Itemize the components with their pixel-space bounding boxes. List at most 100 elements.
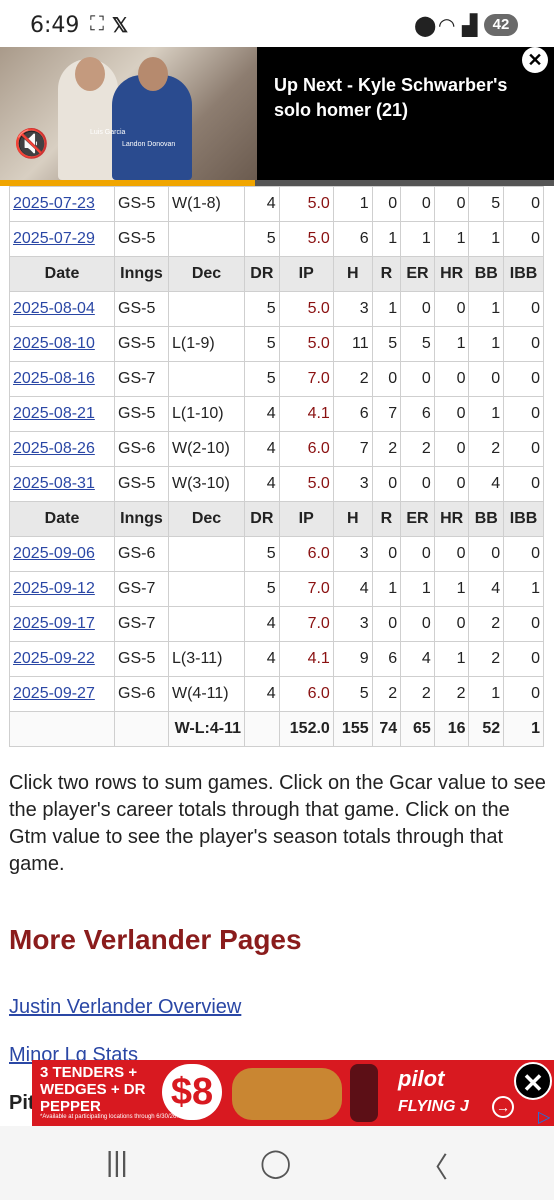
cell-ip[interactable]: 4.1	[278, 396, 334, 432]
cell-bb[interactable]: 4	[468, 466, 505, 502]
cell-bb[interactable]: 2	[468, 641, 505, 677]
game-row[interactable]: 2025-08-04 GS-5 5 5.0 3 1 0 0 1 0	[9, 291, 544, 327]
cell-er[interactable]: 1	[400, 571, 435, 607]
column-header-er[interactable]: ER	[400, 501, 435, 537]
cell-r[interactable]: 2	[371, 676, 402, 712]
cell-dec[interactable]	[168, 361, 245, 397]
game-row[interactable]: 2025-09-17 GS-7 4 7.0 3 0 0 0 2 0	[9, 606, 544, 642]
game-row[interactable]: 2025-07-23 GS-5 W(1-8) 4 5.0 1 0 0 0 5 0	[9, 186, 544, 222]
ad-close-icon[interactable]: ✕	[514, 1062, 552, 1100]
cell-dec[interactable]	[168, 571, 245, 607]
cell-dr[interactable]: 4	[244, 431, 280, 467]
cell-er[interactable]: 1	[400, 221, 435, 257]
cell-hr[interactable]: 1	[433, 641, 470, 677]
cell-ibb[interactable]: 0	[503, 536, 544, 572]
column-header-r[interactable]: R	[371, 501, 402, 537]
cell-er[interactable]: 5	[400, 326, 435, 362]
cell-inn[interactable]: GS-6	[114, 676, 169, 712]
cell-ip[interactable]: 7.0	[278, 361, 334, 397]
cell-er[interactable]: 2	[400, 431, 435, 467]
cell-hr[interactable]: 0	[433, 466, 470, 502]
cell-h[interactable]: 6	[332, 221, 373, 257]
cell-inn[interactable]: GS-7	[114, 571, 169, 607]
column-header-date[interactable]: Date	[9, 501, 115, 537]
cell-ibb[interactable]: 0	[503, 186, 544, 222]
cell-bb[interactable]: 1	[468, 326, 505, 362]
cell-h[interactable]: 3	[332, 291, 373, 327]
cell-ibb[interactable]: 0	[503, 606, 544, 642]
cell-ibb[interactable]: 1	[503, 571, 544, 607]
cell-dr[interactable]: 5	[244, 326, 280, 362]
back-icon[interactable]: 〈	[420, 1146, 448, 1186]
up-next-title[interactable]: Up Next - Kyle Schwarber's solo homer (2…	[274, 73, 524, 123]
cell-r[interactable]: 7	[371, 396, 402, 432]
game-date-link[interactable]: 2025-08-16	[13, 370, 95, 387]
cell-h[interactable]: 11	[332, 326, 373, 362]
game-row[interactable]: 2025-09-27 GS-6 W(4-11) 4 6.0 5 2 2 2 1 0	[9, 676, 544, 712]
cell-hr[interactable]: 0	[433, 291, 470, 327]
cell-hr[interactable]: 0	[433, 396, 470, 432]
game-date-link[interactable]: 2025-07-23	[13, 195, 95, 212]
ad-info-icon[interactable]: ▷	[538, 1107, 550, 1127]
overview-link[interactable]: Justin Verlander Overview	[9, 996, 241, 1019]
cell-h[interactable]: 3	[332, 606, 373, 642]
cell-ibb[interactable]: 0	[503, 431, 544, 467]
column-header-er[interactable]: ER	[400, 256, 435, 292]
cell-ip[interactable]: 5.0	[278, 466, 334, 502]
cell-h[interactable]: 6	[332, 396, 373, 432]
cell-inn[interactable]: GS-5	[114, 641, 169, 677]
column-header-bb[interactable]: BB	[468, 501, 505, 537]
column-header-dr[interactable]: DR	[244, 501, 280, 537]
game-date-link[interactable]: 2025-07-29	[13, 230, 95, 247]
cell-inn[interactable]: GS-5	[114, 396, 169, 432]
column-header-r[interactable]: R	[371, 256, 402, 292]
cell-ibb[interactable]: 0	[503, 221, 544, 257]
cell-dr[interactable]: 4	[244, 606, 280, 642]
cell-inn[interactable]: GS-5	[114, 326, 169, 362]
column-header-dec[interactable]: Dec	[168, 501, 245, 537]
column-header-hr[interactable]: HR	[433, 501, 470, 537]
cell-dec[interactable]: W(2-10)	[168, 431, 245, 467]
cell-dr[interactable]: 5	[244, 291, 280, 327]
cell-r[interactable]: 5	[371, 326, 402, 362]
cell-hr[interactable]: 0	[433, 431, 470, 467]
column-header-h[interactable]: H	[332, 256, 373, 292]
cell-h[interactable]: 2	[332, 361, 373, 397]
cell-hr[interactable]: 0	[433, 186, 470, 222]
cell-inn[interactable]: GS-5	[114, 221, 169, 257]
column-header-date[interactable]: Date	[9, 256, 115, 292]
cell-dr[interactable]: 4	[244, 396, 280, 432]
game-date-link[interactable]: 2025-08-04	[13, 300, 95, 317]
cell-er[interactable]: 6	[400, 396, 435, 432]
column-header-ibb[interactable]: IBB	[503, 256, 544, 292]
cell-r[interactable]: 0	[371, 466, 402, 502]
cell-r[interactable]: 1	[371, 571, 402, 607]
cell-dec[interactable]: W(4-11)	[168, 676, 245, 712]
cell-ibb[interactable]: 0	[503, 326, 544, 362]
game-date-link[interactable]: 2025-09-12	[13, 580, 95, 597]
cell-ip[interactable]: 6.0	[278, 431, 334, 467]
cell-ibb[interactable]: 0	[503, 291, 544, 327]
cell-dec[interactable]: L(1-10)	[168, 396, 245, 432]
cell-dr[interactable]: 5	[244, 536, 280, 572]
game-row[interactable]: 2025-07-29 GS-5 5 5.0 6 1 1 1 1 0	[9, 221, 544, 257]
cell-hr[interactable]: 0	[433, 606, 470, 642]
column-header-ibb[interactable]: IBB	[503, 501, 544, 537]
close-video-icon[interactable]: ✕	[522, 47, 548, 73]
banner-ad[interactable]: 3 TENDERS + WEDGES + DR PEPPER *Availabl…	[32, 1060, 554, 1126]
cell-ip[interactable]: 5.0	[278, 221, 334, 257]
cell-dr[interactable]: 5	[244, 571, 280, 607]
column-header-dec[interactable]: Dec	[168, 256, 245, 292]
game-row[interactable]: 2025-08-10 GS-5 L(1-9) 5 5.0 11 5 5 1 1 0	[9, 326, 544, 362]
cell-r[interactable]: 1	[371, 221, 402, 257]
game-row[interactable]: 2025-09-22 GS-5 L(3-11) 4 4.1 9 6 4 1 2 0	[9, 641, 544, 677]
cell-ip[interactable]: 7.0	[278, 606, 334, 642]
cell-r[interactable]: 0	[371, 361, 402, 397]
cell-hr[interactable]: 1	[433, 221, 470, 257]
cell-r[interactable]: 0	[371, 186, 402, 222]
game-row[interactable]: 2025-09-12 GS-7 5 7.0 4 1 1 1 4 1	[9, 571, 544, 607]
game-row[interactable]: 2025-09-06 GS-6 5 6.0 3 0 0 0 0 0	[9, 536, 544, 572]
cell-bb[interactable]: 0	[468, 536, 505, 572]
cell-er[interactable]: 0	[400, 606, 435, 642]
recent-apps-icon[interactable]: |||	[106, 1146, 128, 1178]
